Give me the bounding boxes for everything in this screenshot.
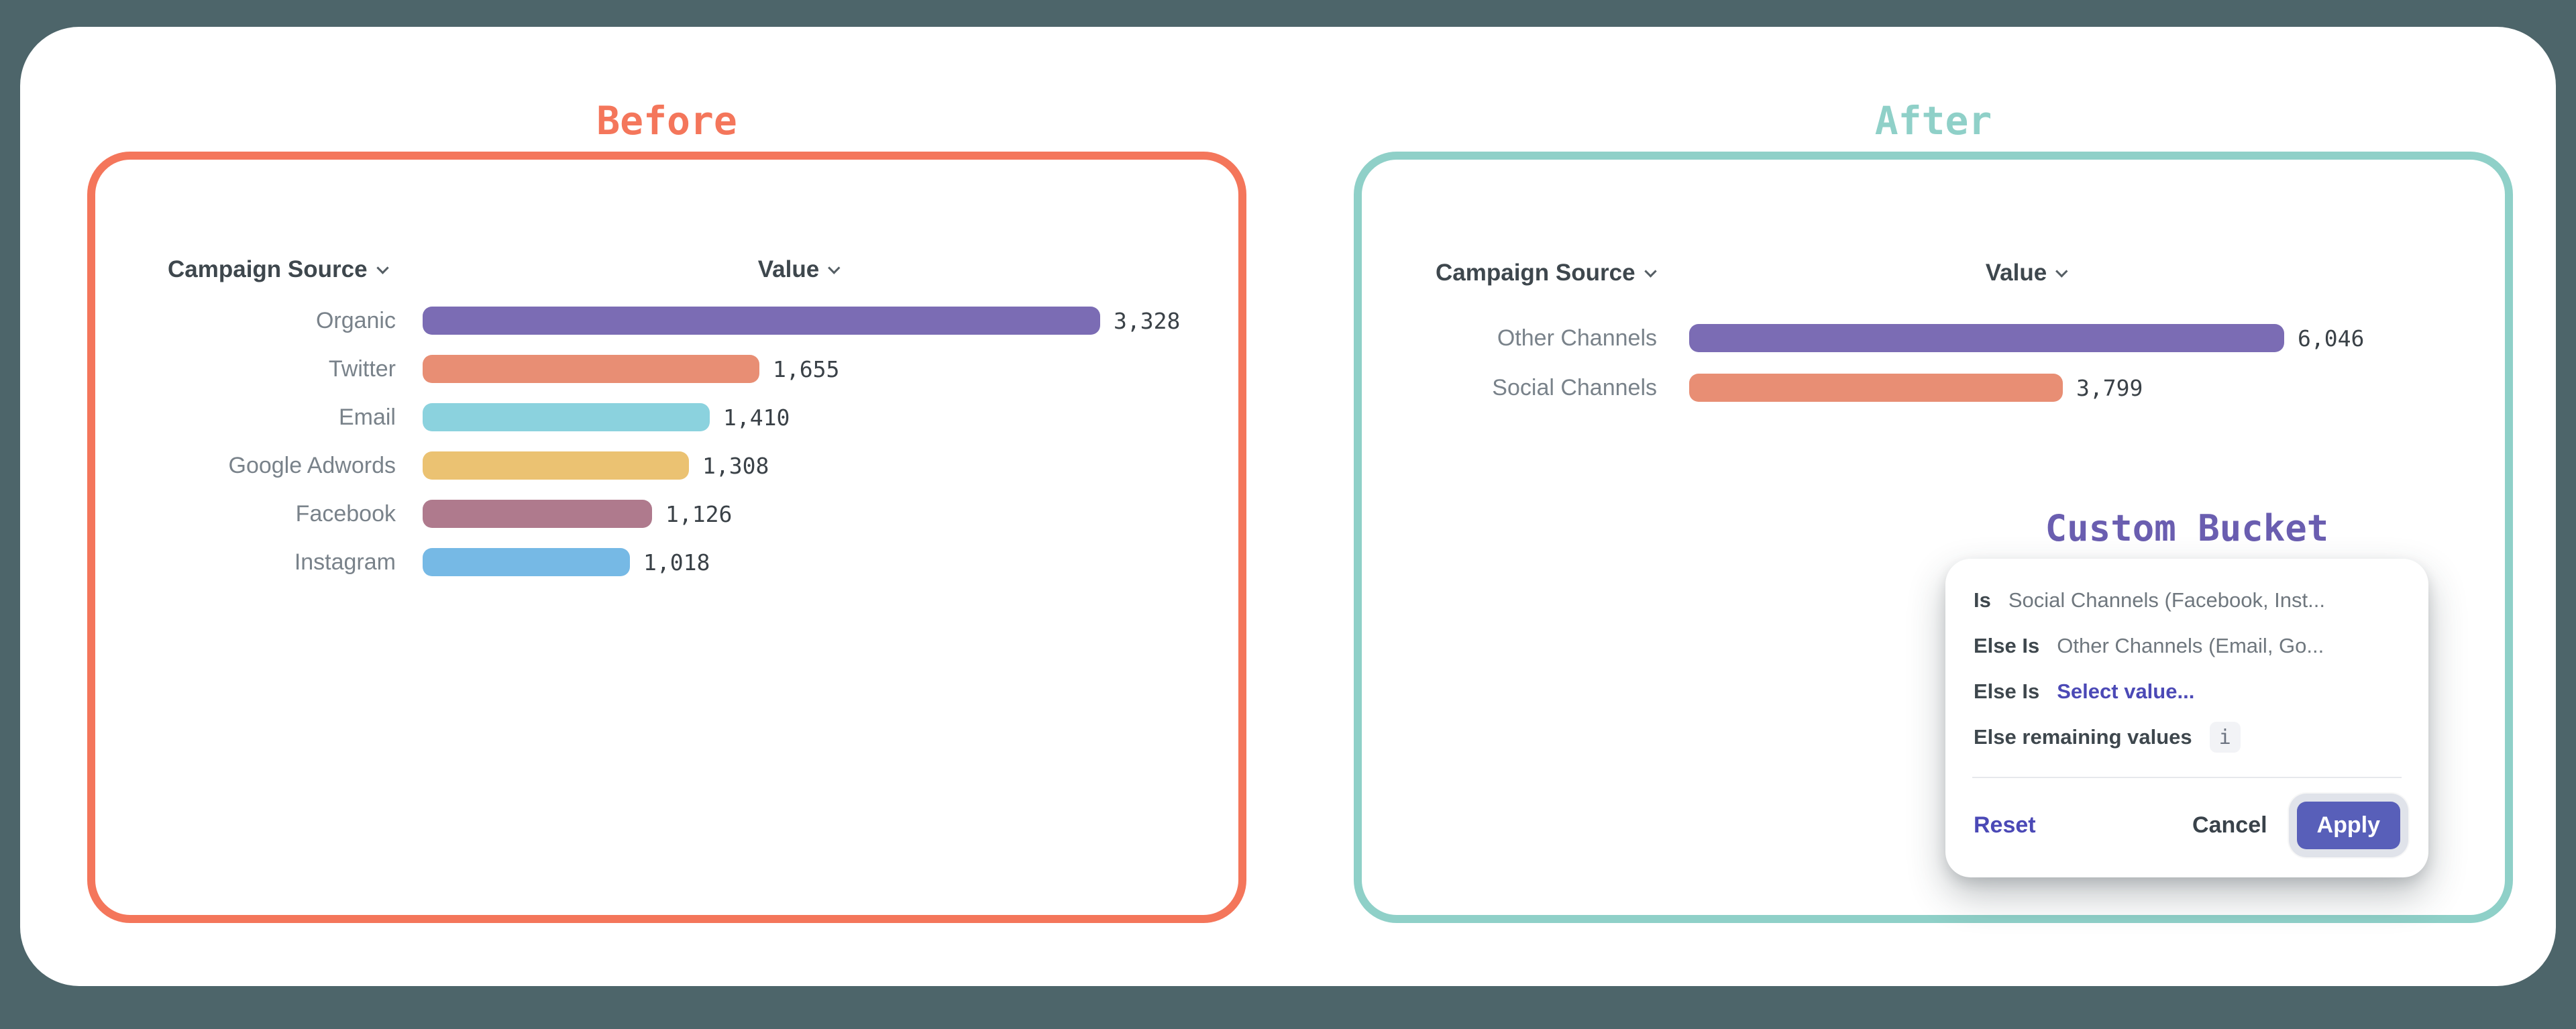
content-card: Before After Campaign Source Value Organ… [20, 27, 2556, 986]
row-value: 3,799 [2076, 375, 2143, 401]
row-label: Other Channels [1436, 325, 1657, 351]
chevron-down-icon [828, 262, 841, 274]
rule-condition-label: Is [1974, 588, 1991, 612]
custom-bucket-dialog: Is Social Channels (Facebook, Inst... Else… [1945, 559, 2428, 877]
before-table: Campaign Source Value Organic 3,328 Twitte… [168, 248, 1214, 586]
bucket-rule-row: Else Is Select value... [1974, 669, 2400, 714]
chevron-down-icon [2056, 265, 2068, 277]
table-row: Google Adwords 1,308 [168, 441, 1214, 490]
row-value: 1,655 [773, 356, 839, 382]
table-row: Other Channels 6,046 [1436, 313, 2482, 363]
before-table-rows: Organic 3,328 Twitter 1,655 Email 1,410 Google… [168, 296, 1214, 586]
chevron-down-icon [376, 262, 388, 274]
row-value: 6,046 [2298, 325, 2364, 351]
after-table-rows: Other Channels 6,046 Social Channels 3,799 [1436, 313, 2482, 413]
value-bar[interactable] [423, 403, 710, 431]
row-label: Email [168, 404, 396, 431]
row-label: Google Adwords [168, 453, 396, 479]
app-window: Before After Campaign Source Value Organ… [0, 0, 2576, 1029]
rule-value[interactable]: Other Channels (Email, Go... [2057, 634, 2324, 658]
table-row: Email 1,410 [168, 393, 1214, 441]
row-label: Social Channels [1436, 375, 1657, 401]
rule-value[interactable]: Social Channels (Facebook, Inst... [2008, 588, 2325, 612]
row-label: Instagram [168, 549, 396, 576]
measure-column-header[interactable]: Value [1986, 252, 2066, 294]
measure-header-label: Value [758, 256, 819, 283]
after-table: Campaign Source Value Other Channels 6,04… [1436, 252, 2482, 413]
rule-condition-label: Else Is [1974, 634, 2039, 658]
dimension-header-label: Campaign Source [168, 256, 368, 283]
dimension-column-header[interactable]: Campaign Source [1436, 252, 1655, 294]
table-row: Twitter 1,655 [168, 345, 1214, 393]
rule-condition-label: Else Is [1974, 680, 2039, 704]
dialog-divider [1972, 777, 2402, 778]
bucket-rules-list: Is Social Channels (Facebook, Inst... Else… [1945, 559, 2428, 760]
bucket-rule-row: Is Social Channels (Facebook, Inst... [1974, 578, 2400, 623]
reset-button[interactable]: Reset [1974, 812, 2036, 838]
bucket-rule-row: Else Is Other Channels (Email, Go... [1974, 623, 2400, 669]
table-row: Organic 3,328 [168, 296, 1214, 345]
select-value-link[interactable]: Select value... [2057, 680, 2194, 704]
table-row: Instagram 1,018 [168, 538, 1214, 586]
value-bar[interactable] [423, 500, 652, 528]
table-row: Social Channels 3,799 [1436, 363, 2482, 413]
dimension-header-label: Campaign Source [1436, 260, 1635, 286]
chevron-down-icon [1644, 265, 1656, 277]
custom-bucket-title: Custom Bucket [1945, 507, 2428, 550]
value-bar[interactable] [1689, 324, 2284, 352]
cancel-button[interactable]: Cancel [2192, 812, 2267, 838]
value-bar[interactable] [423, 548, 630, 576]
measure-header-label: Value [1986, 260, 2047, 286]
measure-column-header[interactable]: Value [758, 248, 839, 291]
row-label: Facebook [168, 501, 396, 527]
info-icon[interactable]: i [2210, 722, 2241, 753]
apply-button[interactable]: Apply [2297, 802, 2400, 849]
row-value: 3,328 [1114, 308, 1180, 334]
before-title: Before [87, 96, 1246, 146]
row-value: 1,410 [723, 404, 790, 431]
row-label: Organic [168, 308, 396, 334]
before-table-header: Campaign Source Value [168, 248, 1214, 291]
after-table-header: Campaign Source Value [1436, 252, 2482, 294]
value-bar[interactable] [1689, 374, 2063, 402]
row-value: 1,126 [665, 501, 732, 527]
rule-condition-label: Else remaining values [1974, 725, 2192, 749]
row-label: Twitter [168, 356, 396, 382]
dialog-footer: Reset Cancel Apply [1974, 783, 2400, 867]
after-title: After [1354, 96, 2513, 146]
row-value: 1,018 [643, 549, 710, 576]
table-row: Facebook 1,126 [168, 490, 1214, 538]
row-value: 1,308 [702, 453, 769, 479]
bucket-rule-row: Else remaining values i [1974, 714, 2400, 760]
value-bar[interactable] [423, 355, 759, 383]
value-bar[interactable] [423, 307, 1100, 335]
dimension-column-header[interactable]: Campaign Source [168, 248, 387, 291]
value-bar[interactable] [423, 451, 689, 480]
